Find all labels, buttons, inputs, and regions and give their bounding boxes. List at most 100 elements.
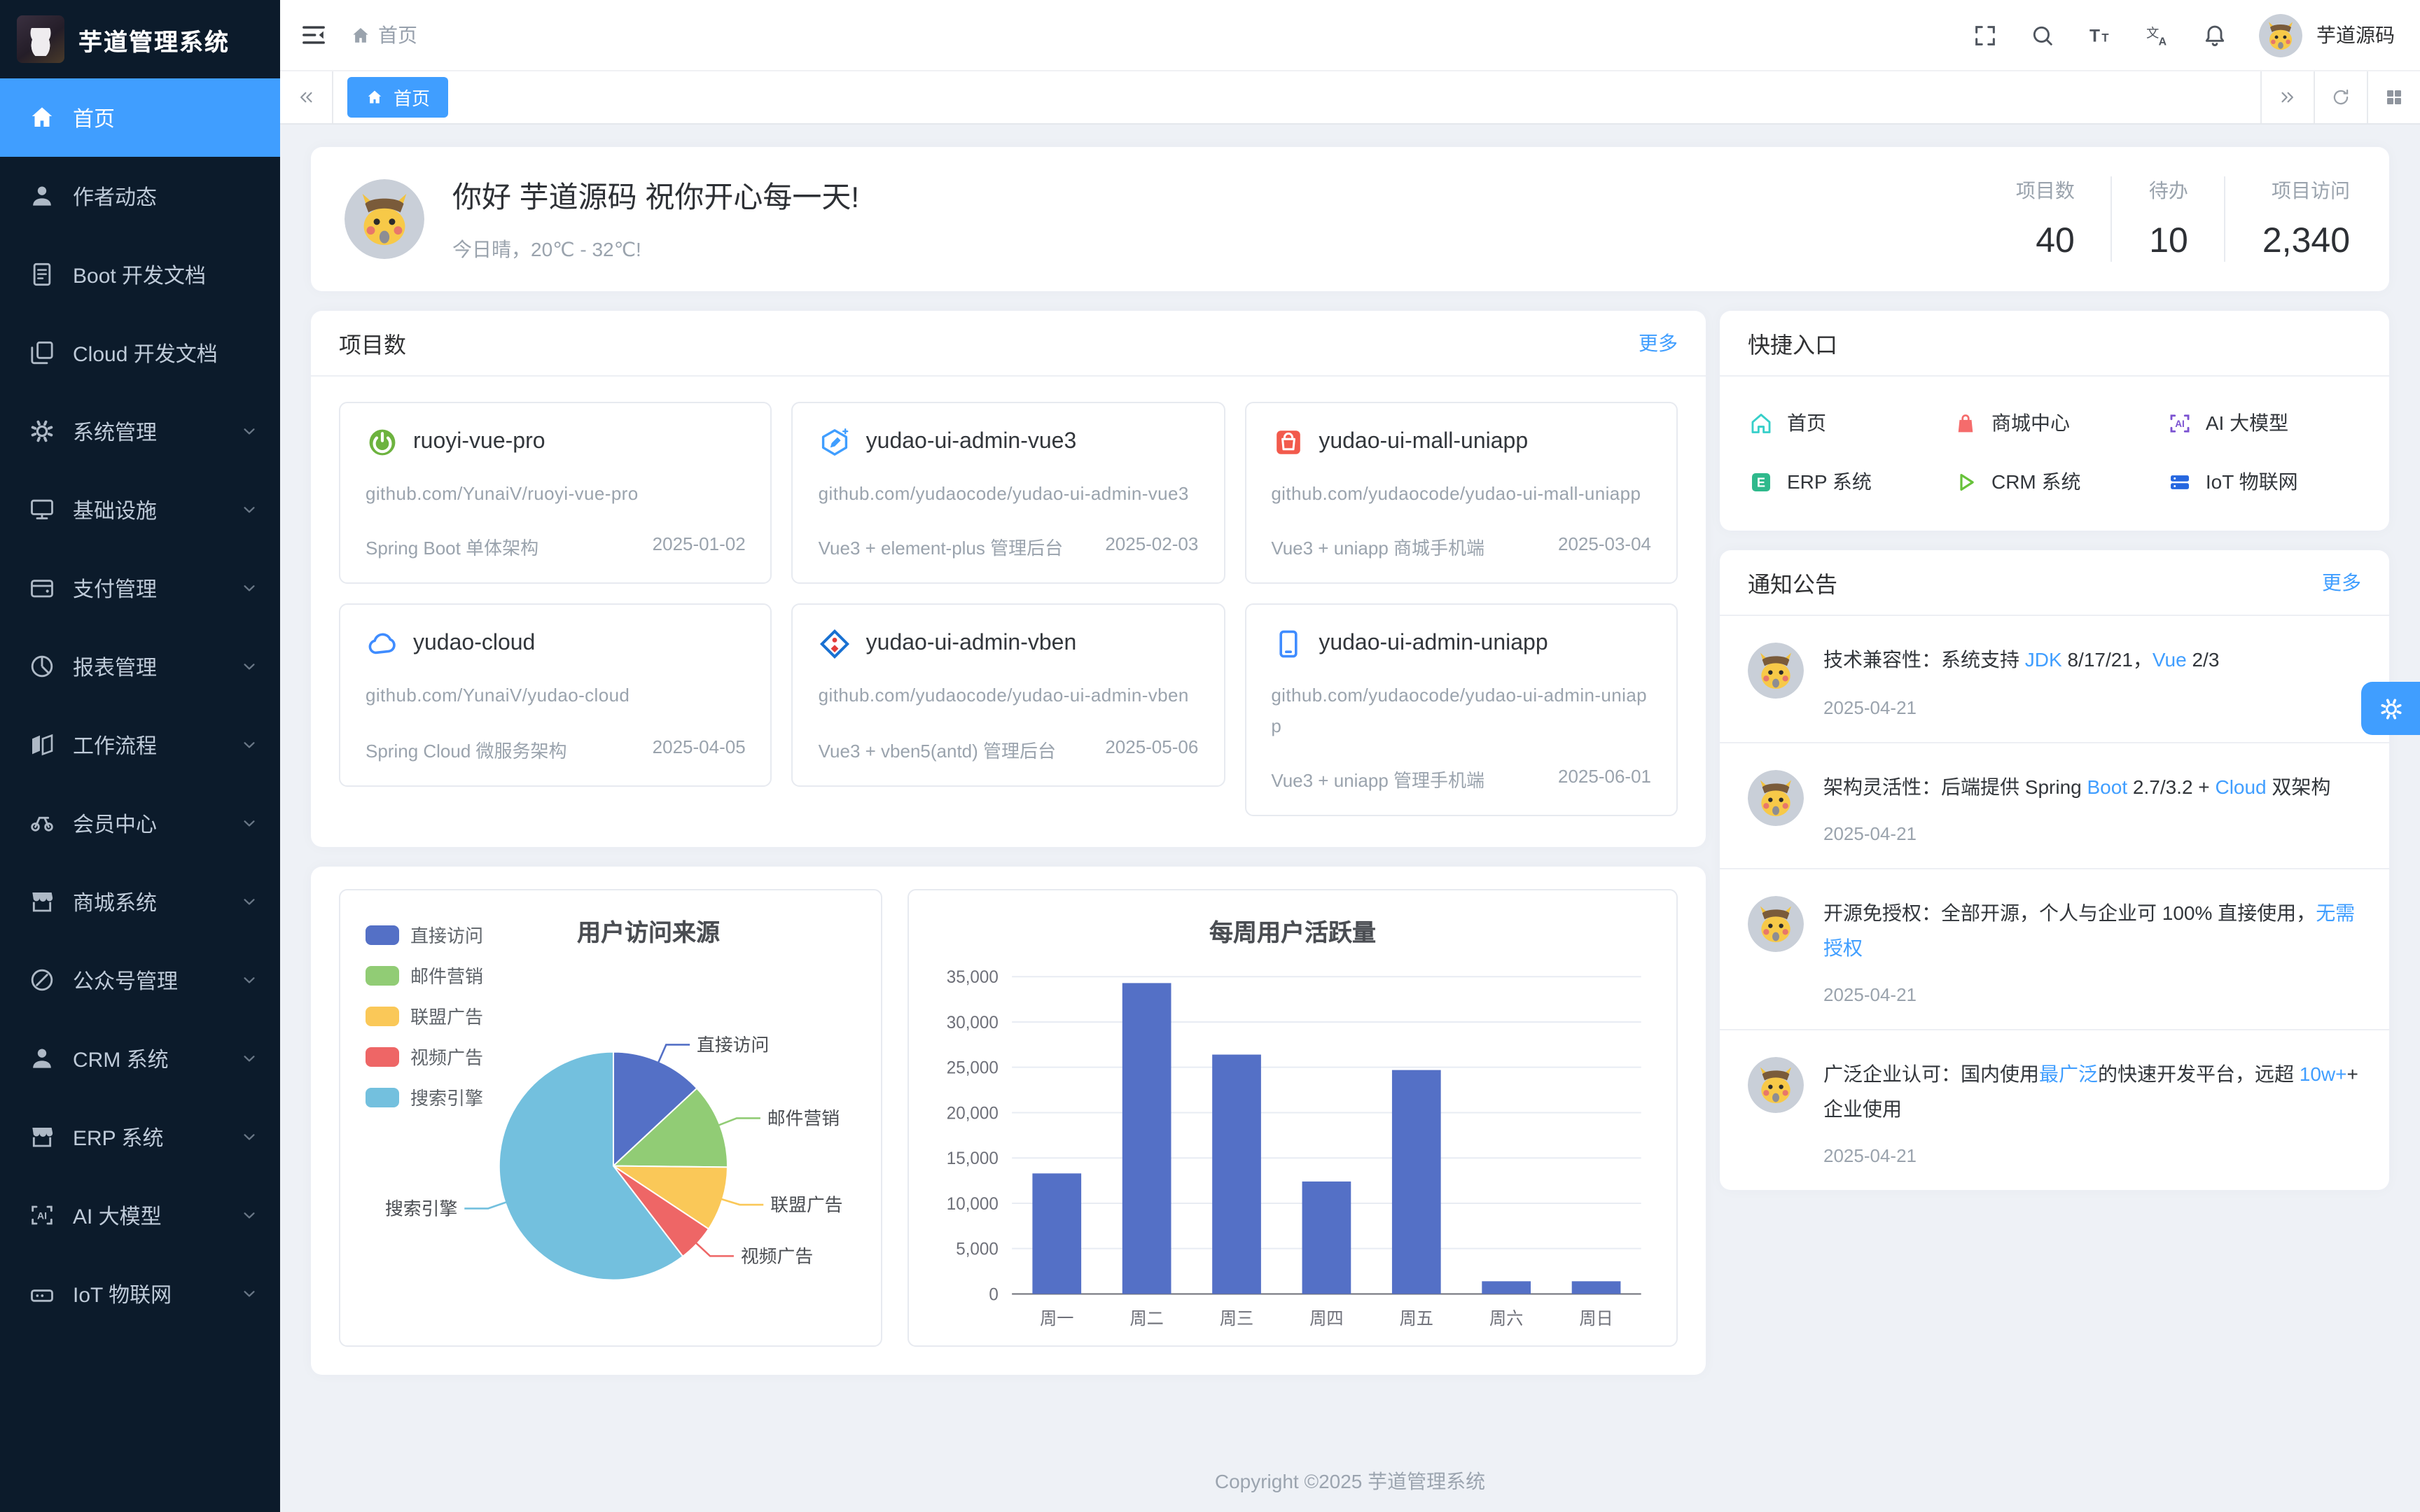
sidebar-item-label: Boot 开发文档: [73, 260, 260, 289]
project-repo: github.com/yudaocode/yudao-ui-admin-vue3: [819, 479, 1199, 509]
avatar: [1748, 769, 1804, 825]
project-date: 2025-03-04: [1558, 534, 1651, 561]
project-card-yudao-ui-admin-vben[interactable]: yudao-ui-admin-vbengithub.com/yudaocode/…: [792, 604, 1225, 787]
quick-entry-AI 大模型[interactable]: AIAI 大模型: [2167, 393, 2361, 452]
tabs-scroll-right-icon[interactable]: [2260, 71, 2314, 123]
legend-item-邮件营销[interactable]: 邮件营销: [366, 962, 483, 989]
user-avatar[interactable]: [2259, 13, 2302, 57]
settings-button[interactable]: [2361, 682, 2420, 735]
tabs-scroll-left-icon[interactable]: [280, 71, 333, 123]
sidebar-item-支付管理[interactable]: 支付管理: [0, 549, 280, 627]
sidebar-item-报表管理[interactable]: 报表管理: [0, 627, 280, 706]
project-date: 2025-01-02: [653, 534, 746, 561]
user-name[interactable]: 芋道源码: [2316, 21, 2395, 49]
notice-list: 技术兼容性：系统支持 JDK 8/17/21，Vue 2/32025-04-21…: [1720, 616, 2389, 1190]
welcome-stats: 项目数 40 待办 10 项目访问 2,340: [1980, 176, 2356, 262]
projects-title: 项目数: [339, 326, 406, 360]
project-card-yudao-ui-admin-vue3[interactable]: yudao-ui-admin-vue3 github.com/yudaocode/…: [792, 402, 1225, 584]
font-size-icon[interactable]: TT: [2087, 22, 2113, 48]
breadcrumb-label: 首页: [378, 21, 417, 49]
bar-chart: 05,00010,00015,00020,00025,00030,00035,0…: [909, 891, 1676, 1346]
notice-item[interactable]: 技术兼容性：系统支持 JDK 8/17/21，Vue 2/32025-04-21: [1720, 616, 2389, 743]
sidebar-item-IoT 物联网[interactable]: IoT 物联网: [0, 1254, 280, 1333]
sidebar-item-基础设施[interactable]: 基础设施: [0, 470, 280, 549]
tab-home-icon: [366, 88, 384, 106]
svg-text:35,000: 35,000: [947, 969, 999, 988]
tabs-refresh-icon[interactable]: [2314, 71, 2367, 123]
project-repo: github.com/YunaiV/yudao-cloud: [366, 681, 746, 711]
search-icon[interactable]: [2029, 22, 2056, 48]
notices-more-link[interactable]: 更多: [2322, 568, 2361, 596]
project-name[interactable]: yudao-cloud: [413, 632, 535, 657]
project-card-yudao-cloud[interactable]: yudao-cloud github.com/YunaiV/yudao-cloud…: [339, 604, 772, 787]
sidebar-item-公众号管理[interactable]: 公众号管理: [0, 941, 280, 1019]
chevron-down-icon: [238, 969, 260, 991]
quick-entry-首页[interactable]: 首页: [1748, 393, 1952, 452]
project-name[interactable]: yudao-ui-admin-vben: [866, 632, 1077, 657]
notification-bell-icon[interactable]: [2202, 22, 2228, 48]
legend-item-联盟广告[interactable]: 联盟广告: [366, 1003, 483, 1030]
sidebar-item-label: ERP 系统: [73, 1122, 238, 1152]
fullscreen-icon[interactable]: [1972, 22, 1998, 48]
project-card-yudao-ui-mall-uniapp[interactable]: yudao-ui-mall-uniappgithub.com/yudaocode…: [1244, 402, 1678, 584]
legend-item-视频广告[interactable]: 视频广告: [366, 1044, 483, 1070]
sidebar-item-商城系统[interactable]: 商城系统: [0, 862, 280, 941]
tab-home[interactable]: 首页: [347, 77, 448, 118]
stat-visits: 项目访问 2,340: [2225, 176, 2356, 262]
project-card-ruoyi-vue-pro[interactable]: ruoyi-vue-progithub.com/YunaiV/ruoyi-vue…: [339, 402, 772, 584]
quick-entry-label: 首页: [1787, 409, 1826, 437]
project-name[interactable]: yudao-ui-admin-uniapp: [1319, 632, 1548, 657]
project-desc: Vue3 + element-plus 管理后台: [819, 534, 1063, 561]
sidebar-item-Cloud 开发文档[interactable]: Cloud 开发文档: [0, 314, 280, 392]
quick-entry-CRM 系统[interactable]: CRM 系统: [1952, 452, 2167, 511]
chevron-down-icon: [238, 655, 260, 678]
project-date: 2025-04-05: [653, 736, 746, 763]
quick-entry-ERP 系统[interactable]: EERP 系统: [1748, 452, 1952, 511]
chevron-down-icon: [238, 577, 260, 599]
document-icon: [28, 260, 56, 288]
quick-entry-商城中心[interactable]: 商城中心: [1952, 393, 2167, 452]
sidebar-item-ERP 系统[interactable]: ERP 系统: [0, 1098, 280, 1176]
quick-entry-IoT 物联网[interactable]: IoT 物联网: [2167, 452, 2361, 511]
sidebar-item-作者动态[interactable]: 作者动态: [0, 157, 280, 235]
quick-entry-label: CRM 系统: [1991, 468, 2081, 496]
sidebar-item-label: AI 大模型: [73, 1200, 238, 1230]
menu-fold-icon[interactable]: [300, 21, 328, 49]
language-icon[interactable]: 文A: [2144, 22, 2171, 48]
quick-entry-header: 快捷入口: [1720, 311, 2389, 377]
sidebar-item-label: 首页: [73, 103, 260, 132]
app-logo[interactable]: 芋道管理系统: [0, 0, 280, 78]
project-name[interactable]: ruoyi-vue-pro: [413, 430, 545, 455]
quick-entry-label: IoT 物联网: [2206, 468, 2298, 496]
quick-entry-grid: 首页 商城中心AIAI 大模型 EERP 系统 CRM 系统 IoT 物联网: [1720, 377, 2389, 531]
sidebar-item-label: IoT 物联网: [73, 1279, 238, 1308]
copyright-footer: Copyright ©2025 芋道管理系统: [280, 1467, 2420, 1495]
legend-item-直接访问[interactable]: 直接访问: [366, 922, 483, 948]
project-card-yudao-ui-admin-uniapp[interactable]: yudao-ui-admin-uniappgithub.com/yudaocod…: [1244, 604, 1678, 817]
sidebar-item-AI 大模型[interactable]: AIAI 大模型: [0, 1176, 280, 1254]
notices-panel: 通知公告 更多 技术兼容性：系统支持 JDK 8/17/21，Vue 2/320…: [1720, 550, 2389, 1190]
projects-more-link[interactable]: 更多: [1639, 329, 1678, 357]
charts-panel: 用户访问来源 直接访问邮件营销联盟广告视频广告搜索引擎 直接访问邮件营销联盟广告…: [311, 867, 1706, 1376]
project-name[interactable]: yudao-ui-admin-vue3: [866, 430, 1077, 455]
notice-item[interactable]: 架构灵活性：后端提供 Spring Boot 2.7/3.2 + Cloud 双…: [1720, 743, 2389, 869]
chevron-down-icon: [238, 1126, 260, 1148]
sidebar-item-Boot 开发文档[interactable]: Boot 开发文档: [0, 235, 280, 314]
project-name[interactable]: yudao-ui-mall-uniapp: [1319, 430, 1528, 455]
notice-item[interactable]: 开源免授权：全部开源，个人与企业可 100% 直接使用，无需授权2025-04-…: [1720, 869, 2389, 1030]
sidebar-item-首页[interactable]: 首页: [0, 78, 280, 157]
notice-item[interactable]: 广泛企业认可：国内使用最广泛的快速开发平台，远超 10w++ 企业使用2025-…: [1720, 1030, 2389, 1190]
main-area: 首页 TT 文A 芋道源码 首页: [280, 0, 2420, 1512]
sidebar-item-系统管理[interactable]: 系统管理: [0, 392, 280, 470]
notice-date: 2025-04-21: [1823, 1145, 2361, 1166]
sidebar-item-会员中心[interactable]: 会员中心: [0, 784, 280, 862]
sidebar-item-CRM 系统[interactable]: CRM 系统: [0, 1019, 280, 1098]
chevron-down-icon: [238, 734, 260, 756]
tabs-layout-icon[interactable]: [2367, 71, 2420, 123]
navbar-left: 首页: [300, 21, 417, 49]
legend-item-搜索引擎[interactable]: 搜索引擎: [366, 1084, 483, 1111]
svg-text:E: E: [1757, 475, 1765, 489]
sidebar-item-工作流程[interactable]: 工作流程: [0, 706, 280, 784]
svg-text:AI: AI: [2175, 418, 2185, 428]
svg-text:联盟广告: 联盟广告: [770, 1196, 842, 1216]
